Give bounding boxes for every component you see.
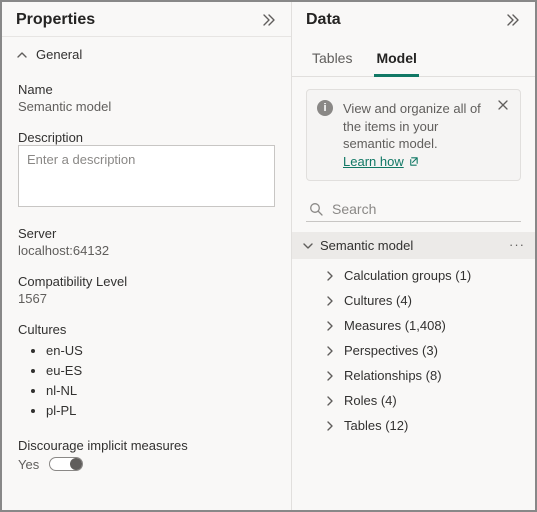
- description-input[interactable]: [18, 145, 275, 207]
- data-panel: Data Tables Model i View and organize al…: [292, 2, 535, 510]
- learn-how-link[interactable]: Learn how: [343, 153, 419, 171]
- data-header: Data: [292, 2, 535, 36]
- tree-item[interactable]: Measures (1,408): [314, 313, 535, 338]
- server-value: localhost:64132: [18, 243, 275, 258]
- toggle-knob: [70, 458, 82, 470]
- culture-item: eu-ES: [46, 361, 275, 381]
- chevron-right-icon: [324, 370, 336, 382]
- data-title: Data: [306, 11, 341, 29]
- search-box[interactable]: [306, 197, 521, 222]
- tree-root-more-button[interactable]: ···: [509, 237, 525, 252]
- tree-item-label: Cultures (4): [344, 293, 412, 308]
- properties-header: Properties: [2, 2, 291, 36]
- properties-panel: Properties General Name Semantic model D…: [2, 2, 292, 510]
- chevron-up-icon: [16, 49, 28, 61]
- discourage-label: Discourage implicit measures: [18, 438, 275, 453]
- description-label: Description: [18, 130, 275, 145]
- chevron-right-icon: [324, 320, 336, 332]
- tree-item[interactable]: Relationships (8): [314, 363, 535, 388]
- external-link-icon: [408, 156, 419, 167]
- collapse-properties-button[interactable]: [259, 10, 279, 30]
- tree-item[interactable]: Tables (12): [314, 413, 535, 438]
- info-banner: i View and organize all of the items in …: [306, 89, 521, 181]
- tree-item[interactable]: Calculation groups (1): [314, 263, 535, 288]
- chevron-right-icon: [324, 270, 336, 282]
- server-label: Server: [18, 226, 275, 241]
- tree-item[interactable]: Perspectives (3): [314, 338, 535, 363]
- culture-item: en-US: [46, 341, 275, 361]
- tree-root-semantic-model[interactable]: Semantic model ···: [292, 232, 535, 259]
- tab-model[interactable]: Model: [374, 44, 418, 76]
- search-icon: [308, 201, 324, 217]
- data-tabs: Tables Model: [292, 36, 535, 77]
- chevron-double-right-icon: [261, 12, 277, 28]
- name-value: Semantic model: [18, 99, 275, 114]
- chevron-right-icon: [324, 420, 336, 432]
- discourage-toggle[interactable]: [49, 457, 83, 471]
- close-info-button[interactable]: [496, 98, 512, 114]
- cultures-list: en-USeu-ESnl-NLpl-PL: [18, 341, 275, 422]
- culture-item: nl-NL: [46, 381, 275, 401]
- tree-item[interactable]: Roles (4): [314, 388, 535, 413]
- properties-title: Properties: [16, 11, 95, 29]
- chevron-double-right-icon: [505, 12, 521, 28]
- tree-item[interactable]: Cultures (4): [314, 288, 535, 313]
- search-input[interactable]: [332, 201, 519, 217]
- general-fields: Name Semantic model Description Server l…: [2, 72, 291, 482]
- tree-root-label: Semantic model: [320, 238, 413, 253]
- model-tree: Calculation groups (1) Cultures (4) Measur…: [292, 259, 535, 442]
- tree-item-label: Tables (12): [344, 418, 408, 433]
- compat-value: 1567: [18, 291, 275, 306]
- name-label: Name: [18, 82, 275, 97]
- chevron-right-icon: [324, 395, 336, 407]
- tab-tables[interactable]: Tables: [310, 44, 354, 76]
- compat-label: Compatibility Level: [18, 274, 275, 289]
- general-section-label: General: [36, 47, 82, 62]
- collapse-data-button[interactable]: [503, 10, 523, 30]
- culture-item: pl-PL: [46, 401, 275, 421]
- discourage-value: Yes: [18, 457, 39, 472]
- learn-how-label: Learn how: [343, 153, 404, 171]
- tree-item-label: Roles (4): [344, 393, 397, 408]
- cultures-label: Cultures: [18, 322, 275, 337]
- tree-item-label: Perspectives (3): [344, 343, 438, 358]
- chevron-down-icon: [302, 240, 314, 252]
- tree-item-label: Relationships (8): [344, 368, 442, 383]
- info-icon: i: [317, 100, 333, 116]
- info-text: View and organize all of the items in yo…: [343, 101, 481, 151]
- chevron-right-icon: [324, 345, 336, 357]
- tree-item-label: Measures (1,408): [344, 318, 446, 333]
- general-section-toggle[interactable]: General: [2, 36, 291, 72]
- chevron-right-icon: [324, 295, 336, 307]
- tree-item-label: Calculation groups (1): [344, 268, 471, 283]
